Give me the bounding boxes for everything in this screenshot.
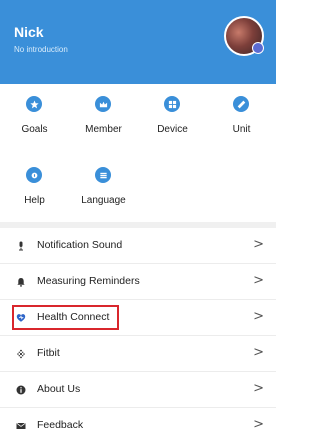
list-item-health-connect[interactable]: Health Connect >	[0, 300, 276, 336]
chevron-right-icon: >	[253, 381, 264, 396]
grid-label: Goals	[21, 124, 48, 135]
ruler-icon	[233, 96, 249, 112]
grid-item-member[interactable]: Member	[69, 84, 138, 135]
profile-header: Nick No introduction	[0, 0, 276, 84]
list-item-fitbit[interactable]: Fitbit >	[0, 336, 276, 372]
list-item-label: Health Connect	[37, 311, 110, 323]
info-icon	[16, 384, 26, 395]
grid-item-goals[interactable]: Goals	[0, 84, 69, 135]
chevron-right-icon: >	[253, 237, 264, 252]
health-connect-icon	[16, 312, 26, 323]
bell-icon	[16, 276, 26, 287]
grid-item-language[interactable]: Language	[69, 155, 138, 206]
grid-label: Member	[85, 124, 122, 135]
list-item-notification-sound[interactable]: Notification Sound >	[0, 228, 276, 264]
chevron-right-icon: >	[253, 345, 264, 360]
grid-label: Language	[81, 195, 126, 206]
grid-item-help[interactable]: Help	[0, 155, 69, 206]
grid-item-unit[interactable]: Unit	[207, 84, 276, 135]
settings-list: Notification Sound > Measuring Reminders…	[0, 228, 276, 442]
list-item-about-us[interactable]: About Us >	[0, 372, 276, 408]
grid-label: Device	[157, 124, 188, 135]
list-item-feedback[interactable]: Feedback >	[0, 408, 276, 442]
list-item-label: About Us	[37, 383, 81, 395]
list-item-label: Notification Sound	[37, 239, 123, 251]
grid-item-device[interactable]: Device	[138, 84, 207, 135]
crown-icon	[95, 96, 111, 112]
user-intro[interactable]: No introduction	[14, 45, 68, 54]
feature-grid: Goals Member Device Unit Help Language	[0, 84, 276, 222]
avatar-edit-badge	[252, 42, 264, 54]
user-name[interactable]: Nick	[14, 24, 44, 40]
mail-icon	[16, 420, 26, 431]
globe-icon	[95, 167, 111, 183]
chevron-right-icon: >	[253, 309, 264, 324]
list-item-measuring-reminders[interactable]: Measuring Reminders >	[0, 264, 276, 300]
question-icon	[26, 167, 42, 183]
list-item-label: Measuring Reminders	[37, 275, 140, 287]
grid-label: Unit	[232, 124, 251, 135]
star-icon	[26, 96, 42, 112]
list-item-label: Fitbit	[37, 347, 60, 359]
microphone-icon	[16, 240, 26, 251]
fitbit-icon	[16, 348, 26, 359]
device-grid-icon	[164, 96, 180, 112]
grid-label: Help	[24, 195, 45, 206]
chevron-right-icon: >	[253, 273, 264, 288]
list-item-label: Feedback	[37, 419, 84, 431]
chevron-right-icon: >	[253, 417, 264, 432]
